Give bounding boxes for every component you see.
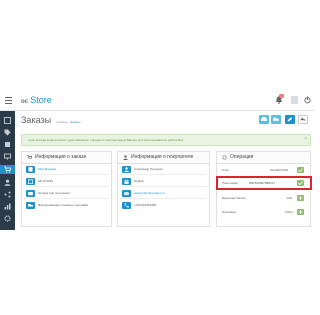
monitor-icon[interactable]: [4, 153, 11, 160]
customer-info-panel: Информация о покупателе Александр Тестер…: [117, 151, 210, 227]
alert-close-icon[interactable]: ×: [304, 136, 307, 142]
row-divider: [120, 186, 207, 187]
store-link[interactable]: Мой Магазин: [38, 167, 56, 171]
pencil-icon: [287, 117, 293, 122]
puzzle-icon[interactable]: [4, 141, 11, 148]
sidebar: [0, 111, 15, 230]
customer-phone: +7(912)3334455: [134, 203, 157, 207]
logo[interactable]: oc Store: [21, 95, 52, 107]
breadcrumb-current[interactable]: Заказы: [70, 120, 80, 124]
gear-icon[interactable]: [4, 215, 11, 222]
top-header: oc Store 1: [0, 92, 315, 111]
alert-text: Срок выхода водительского удостоверения:…: [28, 138, 184, 142]
logo-name: Store: [30, 95, 52, 105]
sidebar-item-sales[interactable]: [0, 165, 15, 174]
success-alert: Срок выхода водительского удостоверения:…: [21, 134, 311, 146]
print-shipping-button[interactable]: [271, 115, 281, 124]
customer-group-row: Default: [118, 177, 209, 187]
tag-icon[interactable]: [4, 129, 11, 136]
invoice-label: Счёт: [222, 168, 229, 172]
row-divider: [24, 186, 109, 187]
breadcrumb: Главная›Заказы: [56, 120, 81, 124]
row-divider: [120, 174, 207, 175]
user-icon: [122, 166, 131, 173]
truck-icon: [273, 117, 279, 121]
shipping-method: Фиксированная стоимость доставки: [38, 203, 89, 207]
calendar-icon: [26, 178, 35, 185]
menu-toggle-icon[interactable]: [5, 97, 12, 104]
gear-icon: [222, 155, 227, 160]
notification-badge: 1: [279, 94, 284, 98]
order-info-panel: Информация о заказе Мой Магазин 28.12.20…: [21, 151, 112, 227]
reward-value: 100: [287, 196, 293, 200]
shop-icon: [26, 166, 35, 173]
customer-email[interactable]: tester.bitrix@yandex.ru: [134, 191, 165, 195]
cart-icon: [4, 166, 11, 173]
page-title: Заказы: [21, 115, 52, 125]
affiliate-add-button[interactable]: [297, 209, 304, 215]
dashboard-icon[interactable]: [4, 117, 11, 124]
order-date-row: 28.12.2015: [22, 177, 111, 187]
payment-method: Оплата при получении: [38, 191, 70, 195]
invoice-value: INV-2015-001: [270, 168, 289, 172]
app-screenshot: oc Store 1 Заказы Главная›Заказы Срок вы…: [0, 92, 315, 230]
share-icon[interactable]: [4, 191, 11, 198]
print-invoice-button[interactable]: [259, 115, 269, 124]
panel-title: Информация о заказе: [35, 154, 87, 160]
order-payment-row: Оплата при получении: [22, 189, 111, 199]
customer-phone-row: +7(912)3334455: [118, 201, 209, 210]
chart-icon[interactable]: [4, 203, 11, 210]
group-icon: [122, 178, 131, 185]
tracking-highlight-box: [216, 176, 312, 190]
credit-card-icon: [26, 190, 35, 197]
phone-icon: [122, 202, 131, 209]
truck-icon: [26, 202, 35, 209]
panel-heading: Информация о покупателе: [118, 152, 209, 164]
panel-title: Операции: [230, 154, 254, 160]
panel-heading: Информация о заказе: [22, 152, 111, 164]
order-date: 28.12.2015: [38, 179, 54, 183]
panel-heading: Операции: [217, 152, 310, 164]
logout-icon[interactable]: [304, 96, 311, 104]
customer-email-row: tester.bitrix@yandex.ru: [118, 189, 209, 199]
breadcrumb-home[interactable]: Главная: [56, 120, 67, 124]
logo-prefix: oc: [21, 99, 29, 105]
customer-name: Александр Тестеров: [134, 167, 163, 171]
user-icon[interactable]: [4, 179, 11, 186]
reward-add-button[interactable]: [297, 195, 304, 201]
row-divider: [120, 198, 207, 199]
order-shipping-row: Фиксированная стоимость доставки: [22, 201, 111, 210]
row-divider: [24, 198, 109, 199]
order-store-row: Мой Магазин: [22, 165, 111, 175]
affiliate-value: 0.00 р.: [285, 210, 295, 214]
back-button[interactable]: [298, 115, 308, 124]
user-icon: [123, 155, 128, 160]
cart-icon: [27, 155, 32, 159]
customer-group: Default: [134, 179, 144, 183]
reward-label: Бонусные баллы: [222, 196, 246, 200]
envelope-icon: [122, 190, 131, 197]
reply-icon: [300, 117, 306, 122]
invoice-button[interactable]: [297, 167, 304, 173]
panel-title: Информация о покупателе: [131, 154, 194, 160]
affiliate-label: Партнёры: [222, 210, 236, 214]
edit-button[interactable]: [285, 115, 295, 124]
print-icon: [261, 117, 267, 121]
customer-name-row: Александр Тестеров: [118, 165, 209, 175]
user-avatar[interactable]: [291, 96, 298, 104]
row-divider: [24, 174, 109, 175]
